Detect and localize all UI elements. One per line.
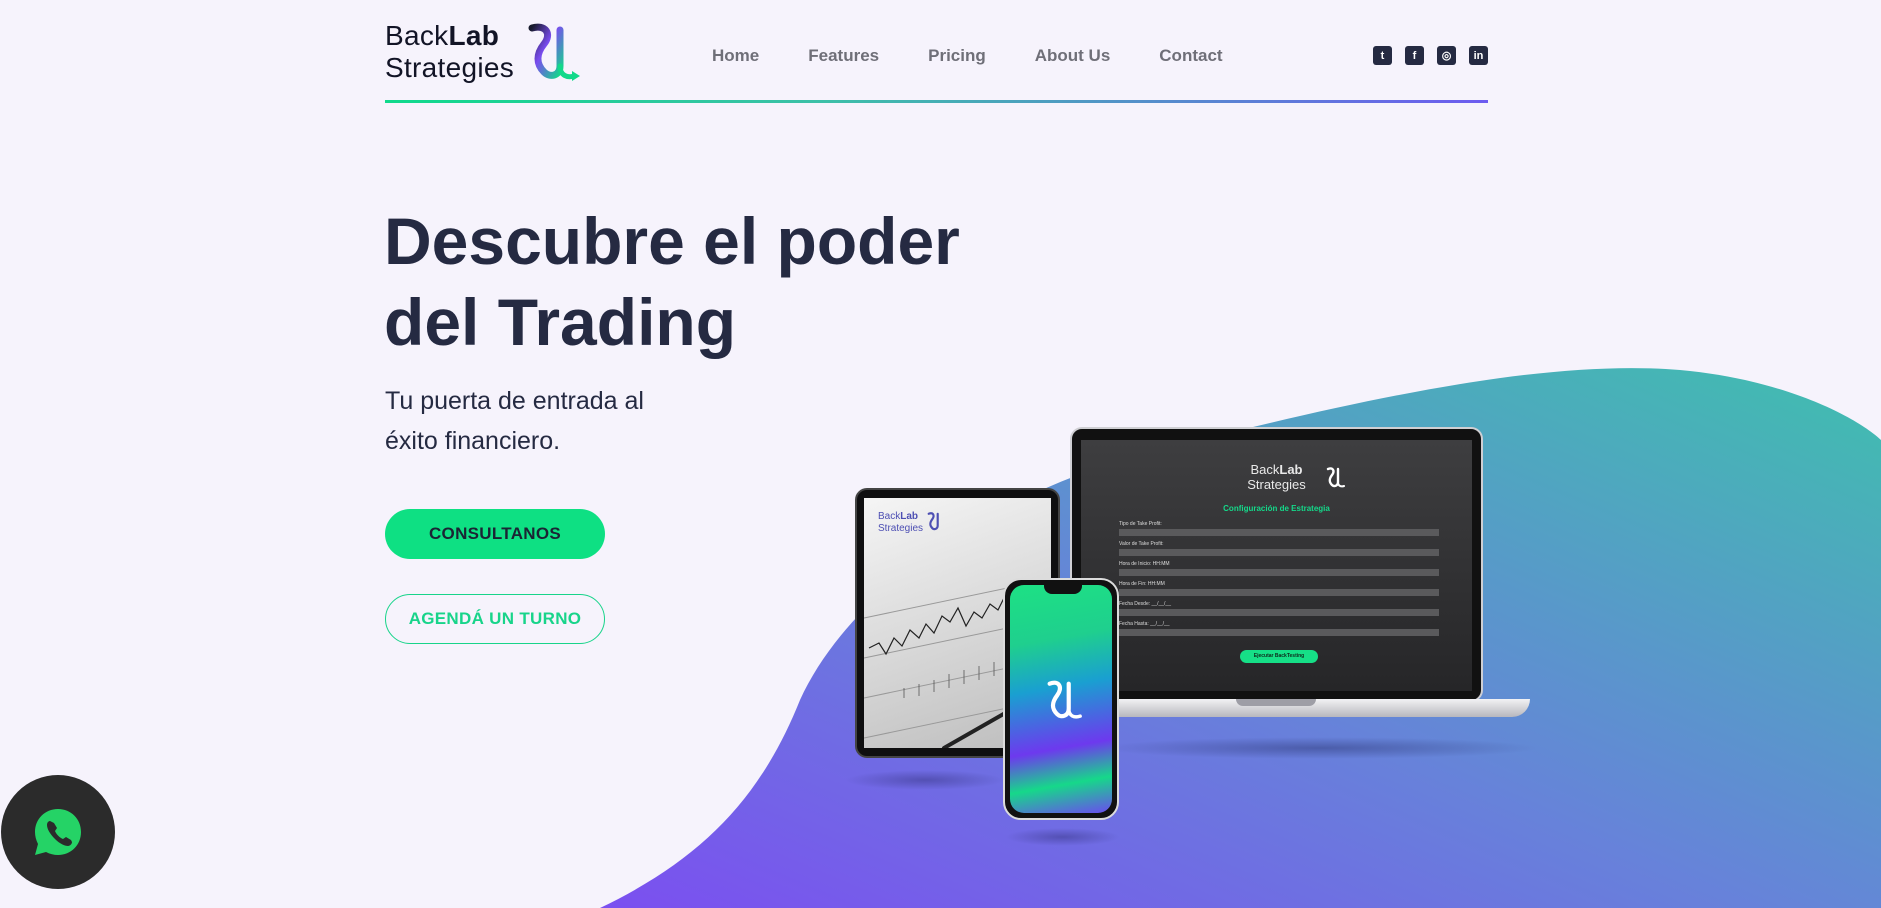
laptop-field-start-time: Hora de Inicio: HH:MM <box>1119 561 1439 576</box>
phone-shadow <box>1005 828 1120 846</box>
agenda-turno-button[interactable]: AGENDÁ UN TURNO <box>385 594 605 644</box>
facebook-icon[interactable]: f <box>1405 46 1424 65</box>
whatsapp-icon <box>35 809 81 855</box>
field-input <box>1119 609 1439 616</box>
linkedin-icon[interactable]: in <box>1469 46 1488 65</box>
site-header: BackLab Strategies Home Features Pricing… <box>385 0 1488 104</box>
field-input <box>1119 569 1439 576</box>
twitter-icon[interactable]: t <box>1373 46 1392 65</box>
laptop-brand: BackLab Strategies <box>1081 462 1472 492</box>
laptop-notch <box>1236 699 1316 706</box>
brand-wordmark: BackLab Strategies <box>385 20 514 84</box>
header-divider <box>385 100 1488 103</box>
field-label: Tipo de Take Profit: <box>1119 521 1162 527</box>
laptop-screen-content: BackLab Strategies Configuración de Estr… <box>1081 440 1472 691</box>
brand-name-line2: Strategies <box>385 52 515 83</box>
hero-title: Descubre el poder del Trading <box>384 201 1004 363</box>
brand-logo[interactable]: BackLab Strategies <box>385 20 582 84</box>
phone-brand-mark-icon <box>1047 680 1082 719</box>
laptop-brand-regular: Back <box>1250 462 1280 477</box>
social-links: t f ◎ in <box>1373 46 1488 65</box>
field-label: Fecha Hasta: __/__/__ <box>1119 621 1170 627</box>
laptop-brand-bold: Lab <box>1279 462 1303 477</box>
field-label: Valor de Take Profit: <box>1119 541 1164 547</box>
consultanos-button[interactable]: CONSULTANOS <box>385 509 605 559</box>
laptop-form-title: Configuración de Estrategia <box>1223 504 1330 513</box>
field-label: Hora de Fin: HH:MM <box>1119 581 1165 587</box>
phone-screen-content <box>1010 585 1112 813</box>
field-input <box>1119 629 1439 636</box>
laptop-field-end-time: Hora de Fin: HH:MM <box>1119 581 1439 596</box>
brand-name-regular: Back <box>385 20 449 51</box>
hero-title-line1: Descubre el poder <box>384 204 960 278</box>
nav-features[interactable]: Features <box>808 46 879 66</box>
devices-mockup: BackLab Strategies Configuración de Estr… <box>0 0 1881 908</box>
brand-name-bold: Lab <box>448 20 500 51</box>
phone-mockup <box>1003 578 1119 820</box>
tablet-shadow <box>845 770 1005 790</box>
hero-subtitle: Tu puerta de entrada al éxito financiero… <box>385 381 705 461</box>
whatsapp-button[interactable] <box>1 775 115 889</box>
hero-subtitle-line1: Tu puerta de entrada al <box>385 387 644 415</box>
field-label: Fecha Desde: __/__/__ <box>1119 601 1171 607</box>
laptop-brand-mark-icon <box>1326 467 1345 488</box>
nav-home[interactable]: Home <box>712 46 759 66</box>
hero-title-line2: del Trading <box>384 285 737 359</box>
laptop-brand-line2: Strategies <box>1247 477 1306 492</box>
nav-about-us[interactable]: About Us <box>1035 46 1111 66</box>
instagram-icon[interactable]: ◎ <box>1437 46 1456 65</box>
laptop-shadow <box>1100 737 1540 759</box>
field-input <box>1119 549 1439 556</box>
main-navigation: Home Features Pricing About Us Contact <box>712 46 1272 66</box>
laptop-field-take-profit-value: Valor de Take Profit: <box>1119 541 1439 556</box>
laptop-field-date-to: Fecha Hasta: __/__/__ <box>1119 621 1439 636</box>
phone-notch <box>1044 585 1082 594</box>
field-input <box>1119 529 1439 536</box>
field-label: Hora de Inicio: HH:MM <box>1119 561 1170 567</box>
nav-contact[interactable]: Contact <box>1159 46 1222 66</box>
laptop-field-date-from: Fecha Desde: __/__/__ <box>1119 601 1439 616</box>
brand-mark-icon <box>528 23 581 81</box>
hero-subtitle-line2: éxito financiero. <box>385 427 561 455</box>
laptop-mockup: BackLab Strategies Configuración de Estr… <box>1070 427 1483 702</box>
field-input <box>1119 589 1439 596</box>
laptop-run-backtesting-button: Ejecutar BackTesting <box>1240 650 1318 663</box>
laptop-field-take-profit-type: Tipo de Take Profit: <box>1119 521 1439 536</box>
nav-pricing[interactable]: Pricing <box>928 46 986 66</box>
